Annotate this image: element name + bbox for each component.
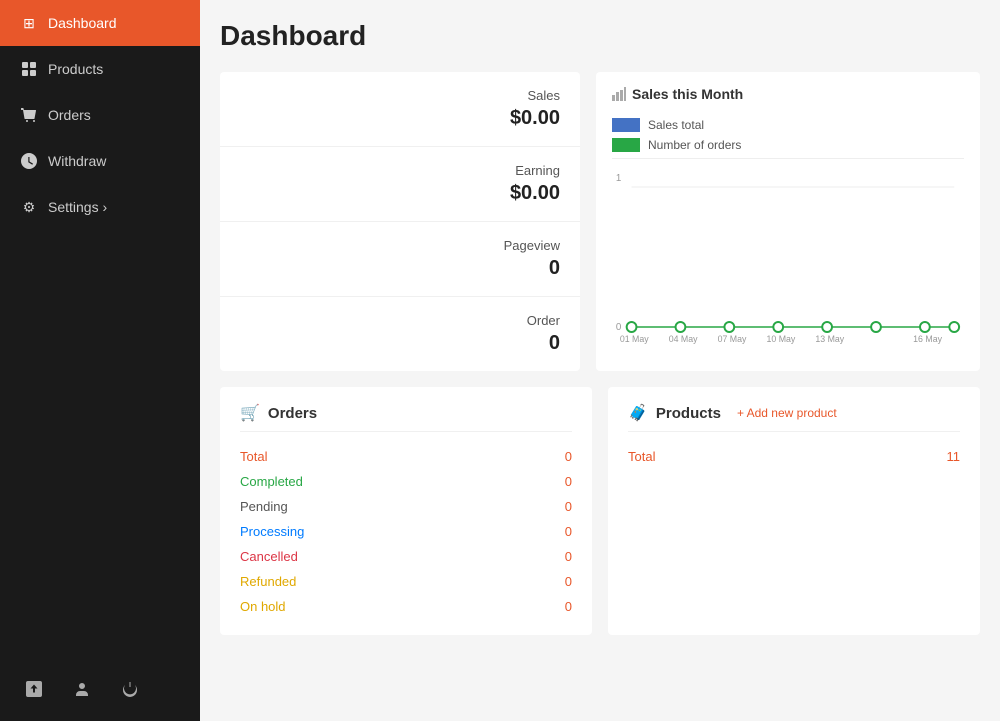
- legend-orders: Number of orders: [612, 138, 964, 152]
- legend-label-sales: Sales total: [648, 118, 704, 132]
- user-profile-button[interactable]: [60, 667, 104, 711]
- order-stat: Order 0: [220, 297, 580, 371]
- order-value-pending: 0: [565, 499, 572, 514]
- add-new-product-link[interactable]: + Add new product: [737, 406, 837, 420]
- dashboard-icon: ⊞: [20, 14, 38, 32]
- order-row-completed: Completed 0: [240, 469, 572, 494]
- order-row-processing: Processing 0: [240, 519, 572, 544]
- chart-legend: Sales total Number of orders: [612, 112, 964, 159]
- earning-label: Earning: [240, 163, 560, 178]
- svg-text:07 May: 07 May: [718, 334, 747, 344]
- page-title: Dashboard: [220, 20, 980, 52]
- bottom-cards: 🛒 Orders Total 0 Completed 0 Pending 0 P…: [220, 387, 980, 635]
- chart-title-row: Sales this Month: [612, 86, 964, 102]
- pageview-value: 0: [240, 257, 560, 280]
- chart-area: 1 01 May 04 May: [612, 167, 964, 347]
- sidebar-item-settings[interactable]: ⚙ Settings ›: [0, 184, 200, 230]
- sidebar-item-orders[interactable]: Orders: [0, 92, 200, 138]
- products-card: 🧳 Products + Add new product Total 11: [608, 387, 980, 635]
- orders-card-header: 🛒 Orders: [240, 403, 572, 432]
- chart-heading: Sales this Month: [632, 86, 743, 102]
- order-label-completed: Completed: [240, 474, 303, 489]
- settings-icon: ⚙: [20, 198, 38, 216]
- sidebar-bottom-bar: [0, 657, 200, 721]
- legend-color-orders: [612, 138, 640, 152]
- products-value-total: 11: [947, 449, 961, 464]
- products-row-total: Total 11: [628, 444, 960, 469]
- pageview-label: Pageview: [240, 238, 560, 253]
- power-button[interactable]: [108, 667, 152, 711]
- earning-stat: Earning $0.00: [220, 147, 580, 222]
- order-label-total: Total: [240, 449, 267, 464]
- svg-text:1: 1: [616, 173, 622, 184]
- order-row-onhold: On hold 0: [240, 594, 572, 619]
- orders-card-icon: 🛒: [240, 403, 260, 423]
- products-label-total: Total: [628, 449, 655, 464]
- order-value-total: 0: [565, 449, 572, 464]
- products-card-icon: 🧳: [628, 403, 648, 423]
- order-value-refunded: 0: [565, 574, 572, 589]
- order-label-pending: Pending: [240, 499, 288, 514]
- svg-text:10 May: 10 May: [766, 334, 795, 344]
- orders-icon: [20, 106, 38, 124]
- sidebar-label-orders: Orders: [48, 107, 91, 123]
- order-row-total: Total 0: [240, 444, 572, 469]
- main-content: Dashboard Sales $0.00 Earning $0.00 Page…: [200, 0, 1000, 721]
- chart-svg: 1 01 May 04 May: [612, 167, 964, 347]
- order-value: 0: [240, 332, 560, 355]
- external-link-button[interactable]: [12, 667, 56, 711]
- sales-value: $0.00: [240, 107, 560, 130]
- stats-chart-section: Sales $0.00 Earning $0.00 Pageview 0 Ord…: [220, 72, 980, 371]
- earning-value: $0.00: [240, 182, 560, 205]
- stats-card: Sales $0.00 Earning $0.00 Pageview 0 Ord…: [220, 72, 580, 371]
- sidebar-label-withdraw: Withdraw: [48, 153, 106, 169]
- order-value-processing: 0: [565, 524, 572, 539]
- sidebar-item-withdraw[interactable]: Withdraw: [0, 138, 200, 184]
- svg-text:13 May: 13 May: [815, 334, 844, 344]
- sales-stat: Sales $0.00: [220, 72, 580, 147]
- order-label-refunded: Refunded: [240, 574, 296, 589]
- withdraw-icon: [20, 152, 38, 170]
- legend-color-sales: [612, 118, 640, 132]
- order-value-cancelled: 0: [565, 549, 572, 564]
- order-row-refunded: Refunded 0: [240, 569, 572, 594]
- sidebar-item-dashboard[interactable]: ⊞ Dashboard: [0, 0, 200, 46]
- products-card-title: Products: [656, 405, 721, 422]
- order-row-pending: Pending 0: [240, 494, 572, 519]
- orders-card-title: Orders: [268, 405, 317, 422]
- pageview-stat: Pageview 0: [220, 222, 580, 297]
- order-value-completed: 0: [565, 474, 572, 489]
- sidebar-label-dashboard: Dashboard: [48, 15, 117, 31]
- sidebar-item-products[interactable]: Products: [0, 46, 200, 92]
- order-label: Order: [240, 313, 560, 328]
- order-row-cancelled: Cancelled 0: [240, 544, 572, 569]
- order-label-cancelled: Cancelled: [240, 549, 298, 564]
- svg-text:04 May: 04 May: [669, 334, 698, 344]
- sales-label: Sales: [240, 88, 560, 103]
- svg-text:0: 0: [616, 322, 622, 333]
- sidebar-label-settings: Settings ›: [48, 199, 107, 215]
- orders-card: 🛒 Orders Total 0 Completed 0 Pending 0 P…: [220, 387, 592, 635]
- svg-text:01 May: 01 May: [620, 334, 649, 344]
- chart-card: Sales this Month Sales total Number of o…: [596, 72, 980, 371]
- products-icon: [20, 60, 38, 78]
- order-value-onhold: 0: [565, 599, 572, 614]
- order-label-onhold: On hold: [240, 599, 286, 614]
- svg-text:16 May: 16 May: [913, 334, 942, 344]
- order-label-processing: Processing: [240, 524, 304, 539]
- sidebar: ⊞ Dashboard Products Orders Withdraw ⚙ S…: [0, 0, 200, 721]
- chart-icon: [612, 87, 626, 101]
- products-card-header: 🧳 Products + Add new product: [628, 403, 960, 432]
- legend-label-orders: Number of orders: [648, 138, 741, 152]
- sidebar-label-products: Products: [48, 61, 103, 77]
- legend-sales-total: Sales total: [612, 118, 964, 132]
